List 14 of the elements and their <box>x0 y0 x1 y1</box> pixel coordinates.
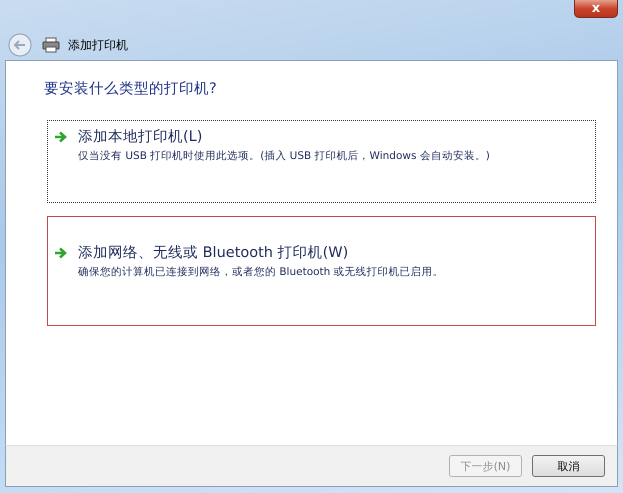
option-description: 仅当没有 USB 打印机时使用此选项。(插入 USB 打印机后，Windows 会自动安装。) <box>78 149 490 163</box>
printer-icon <box>42 37 60 53</box>
back-button[interactable] <box>8 33 32 57</box>
page-heading: 要安装什么类型的打印机? <box>44 80 218 98</box>
cancel-button[interactable]: 取消 <box>532 455 605 477</box>
arrow-icon <box>54 130 68 142</box>
option-title: 添加网络、无线或 Bluetooth 打印机(W) <box>78 244 348 262</box>
close-button[interactable]: x <box>574 0 618 18</box>
option-description: 确保您的计算机已连接到网络，或者您的 Bluetooth 或无线打印机已启用。 <box>78 265 444 279</box>
window-title: 添加打印机 <box>68 36 128 54</box>
option-title: 添加本地打印机(L) <box>78 128 202 146</box>
arrow-icon <box>54 246 68 258</box>
option-button[interactable]: 添加网络、无线或 Bluetooth 打印机(W) 确保您的计算机已连接到网络，或者您的 Bluetooth 或无线打印机已启用。 <box>47 216 596 326</box>
option-button[interactable]: 添加本地打印机(L) 仅当没有 USB 打印机时使用此选项。(插入 USB 打印机后，Windows 会自动安装。) <box>47 120 596 203</box>
